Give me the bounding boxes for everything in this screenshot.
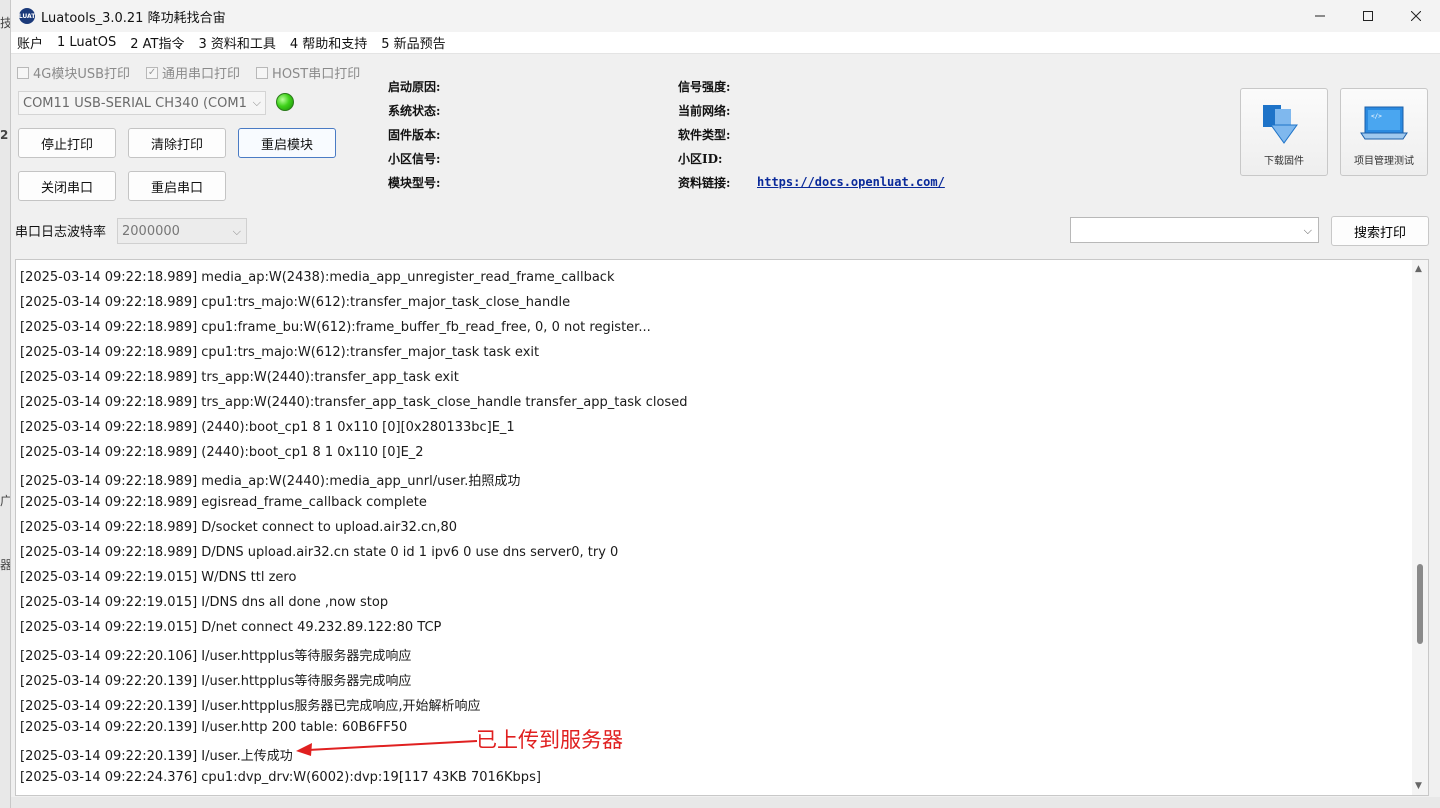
- title-bar[interactable]: LUAT Luatools_3.0.21 降功耗找合宙: [11, 0, 1440, 32]
- scroll-up-icon[interactable]: ▲: [1415, 264, 1422, 274]
- restart-module-button[interactable]: 重启模块: [238, 128, 336, 158]
- window-title: Luatools_3.0.21 降功耗找合宙: [41, 10, 226, 26]
- log-line: [2025-03-14 09:22:19.015] I/DNS dns all …: [20, 595, 389, 610]
- checkbox-box[interactable]: [17, 66, 29, 79]
- window-bottom-edge: [11, 797, 1440, 808]
- control-panel: 4G模块USB打印 ✓ 通用串口打印 HOST串口打印 COM11 USB-SE…: [11, 55, 1440, 255]
- log-line: [2025-03-14 09:22:18.989] D/DNS upload.a…: [20, 545, 619, 560]
- info-firmware-version-label: 固件版本:: [388, 128, 441, 142]
- chevron-down-icon: ⌵: [232, 225, 241, 238]
- menu-bar: 账户 1 LuatOS 2 AT指令 3 资料和工具 4 帮助和支持 5 新品预…: [11, 32, 1440, 54]
- log-line: [2025-03-14 09:22:18.989] media_ap:W(244…: [20, 474, 521, 489]
- baud-rate-select[interactable]: 2000000 ⌵: [117, 218, 247, 244]
- annotation-text: 已上传到服务器: [476, 728, 623, 752]
- log-line: [2025-03-14 09:22:18.989] (2440):boot_cp…: [20, 420, 515, 435]
- com-port-select[interactable]: COM11 USB-SERIAL CH340 (COM1 ⌵: [18, 91, 266, 115]
- maximize-icon[interactable]: [1344, 0, 1392, 32]
- log-line: [2025-03-14 09:22:18.989] media_ap:W(243…: [20, 270, 615, 285]
- log-line: [2025-03-14 09:22:20.139] I/user.httpplu…: [20, 699, 481, 714]
- info-signal-strength-label: 信号强度:: [678, 80, 731, 94]
- checkbox-label: 4G模块USB打印: [33, 67, 131, 82]
- minimize-icon[interactable]: [1296, 0, 1344, 32]
- search-filter-select[interactable]: ⌵: [1070, 217, 1319, 243]
- log-line: [2025-03-14 09:22:20.139] I/user.上传成功: [20, 749, 293, 764]
- checkmark-icon[interactable]: ✓: [146, 66, 159, 79]
- menu-luatos[interactable]: 1 LuatOS: [57, 35, 116, 50]
- menu-help-support[interactable]: 4 帮助和支持: [290, 33, 367, 52]
- download-firmware-label: 下载固件: [1264, 156, 1304, 167]
- restart-port-button[interactable]: 重启串口: [128, 171, 226, 201]
- menu-account[interactable]: 账户: [17, 33, 43, 52]
- info-software-type-label: 软件类型:: [678, 128, 731, 142]
- log-line: [2025-03-14 09:22:18.989] trs_app:W(2440…: [20, 370, 459, 385]
- project-test-label: 项目管理测试: [1354, 156, 1414, 167]
- clear-print-button[interactable]: 清除打印: [128, 128, 226, 158]
- checkbox-box[interactable]: [256, 66, 269, 79]
- log-line: [2025-03-14 09:22:18.989] D/socket conne…: [20, 520, 458, 535]
- log-line: [2025-03-14 09:22:18.989] cpu1:trs_majo:…: [20, 345, 540, 360]
- log-line: [2025-03-14 09:22:24.376] cpu1:dvp_drv:W…: [20, 770, 541, 785]
- checkbox-label: HOST串口打印: [272, 67, 361, 82]
- chevron-down-icon: ⌵: [1303, 224, 1312, 237]
- window-controls: [1296, 0, 1440, 32]
- print-mode-checkboxes: 4G模块USB打印 ✓ 通用串口打印 HOST串口打印: [17, 63, 360, 82]
- docs-link[interactable]: https://docs.openluat.com/: [757, 175, 945, 189]
- log-line: [2025-03-14 09:22:18.989] trs_app:W(2440…: [20, 395, 688, 410]
- log-line: [2025-03-14 09:22:18.989] cpu1:frame_bu:…: [20, 320, 651, 335]
- checkbox-uart-print[interactable]: ✓ 通用串口打印: [146, 63, 240, 82]
- menu-resources-tools[interactable]: 3 资料和工具: [198, 33, 275, 52]
- info-system-status-label: 系统状态:: [388, 104, 441, 118]
- log-line: [2025-03-14 09:22:20.139] I/user.httpplu…: [20, 674, 412, 689]
- project-test-button[interactable]: </> 项目管理测试: [1340, 88, 1428, 176]
- annotation-arrow-icon: [296, 740, 478, 756]
- com-port-value: COM11 USB-SERIAL CH340 (COM1: [23, 95, 247, 111]
- laptop-icon: </>: [1359, 103, 1409, 147]
- chevron-down-icon: ⌵: [252, 96, 261, 109]
- log-line: [2025-03-14 09:22:18.989] cpu1:trs_majo:…: [20, 295, 571, 310]
- log-line: [2025-03-14 09:22:19.015] D/net connect …: [20, 620, 442, 635]
- close-port-button[interactable]: 关闭串口: [18, 171, 116, 201]
- log-line: [2025-03-14 09:22:20.139] I/user.http 20…: [20, 720, 408, 735]
- app-logo-icon: LUAT: [19, 8, 35, 24]
- info-cell-id-label: 小区ID:: [678, 152, 723, 166]
- checkbox-4g-usb-print[interactable]: 4G模块USB打印: [17, 63, 130, 82]
- log-output-area[interactable]: [2025-03-14 09:22:24.376] cpu1:dvp_drv:W…: [15, 259, 1429, 796]
- log-line: [2025-03-14 09:22:18.989] (2440):boot_cp…: [20, 445, 424, 460]
- svg-text:</>: </>: [1371, 113, 1382, 120]
- close-icon[interactable]: [1392, 0, 1440, 32]
- stop-print-button[interactable]: 停止打印: [18, 128, 116, 158]
- bg-char: 2: [0, 128, 9, 142]
- scroll-thumb[interactable]: [1417, 564, 1423, 644]
- menu-new-products[interactable]: 5 新品预告: [381, 33, 445, 52]
- baud-rate-value: 2000000: [122, 223, 180, 239]
- info-cell-signal-label: 小区信号:: [388, 152, 441, 166]
- menu-at-commands[interactable]: 2 AT指令: [130, 33, 184, 52]
- checkbox-host-uart-print[interactable]: HOST串口打印: [256, 63, 360, 82]
- log-line: [2025-03-14 09:22:19.015] W/DNS ttl zero: [20, 570, 297, 585]
- info-module-model-label: 模块型号:: [388, 176, 441, 190]
- download-firmware-button[interactable]: 下载固件: [1240, 88, 1328, 176]
- info-docs-link-label: 资料链接:: [678, 176, 731, 190]
- baud-rate-label: 串口日志波特率: [15, 225, 107, 240]
- info-current-network-label: 当前网络:: [678, 104, 731, 118]
- log-scrollbar[interactable]: ▲ ▼: [1412, 260, 1428, 795]
- luatools-window: LUAT Luatools_3.0.21 降功耗找合宙 账户 1 LuatOS …: [10, 0, 1440, 808]
- scroll-down-icon[interactable]: ▼: [1415, 781, 1422, 791]
- checkbox-label: 通用串口打印: [162, 67, 241, 82]
- download-arrow-icon: [1261, 103, 1307, 151]
- info-boot-reason-label: 启动原因:: [388, 80, 441, 94]
- port-status-led-icon: [276, 93, 294, 111]
- log-line: [2025-03-14 09:22:20.106] I/user.httpplu…: [20, 649, 412, 664]
- search-print-button[interactable]: 搜索打印: [1331, 216, 1429, 246]
- log-line: [2025-03-14 09:22:18.989] egisread_frame…: [20, 495, 427, 510]
